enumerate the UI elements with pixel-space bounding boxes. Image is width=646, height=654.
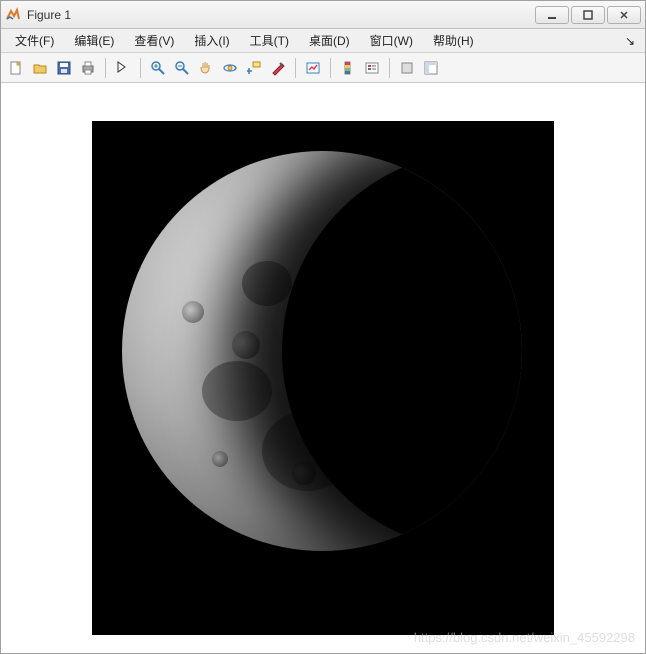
menu-edit[interactable]: 编辑(E) (64, 30, 124, 51)
zoom-in-button[interactable] (147, 57, 169, 79)
print-button[interactable] (77, 57, 99, 79)
axes-image (92, 121, 554, 635)
toolbar-separator (140, 58, 141, 78)
titlebar: Figure 1 (1, 1, 645, 29)
figure-window: Figure 1 文件(F) 编辑(E) 查看(V) 插入(I) 工具(T) 桌… (0, 0, 646, 654)
insert-colorbar-button[interactable] (337, 57, 359, 79)
toolbar-separator (295, 58, 296, 78)
window-controls (535, 6, 641, 24)
menu-view[interactable]: 查看(V) (124, 30, 184, 51)
pan-button[interactable] (195, 57, 217, 79)
close-button[interactable] (607, 6, 641, 24)
matlab-logo-icon (5, 7, 21, 23)
data-cursor-button[interactable] (243, 57, 265, 79)
rotate-3d-button[interactable] (219, 57, 241, 79)
insert-legend-button[interactable] (361, 57, 383, 79)
save-button[interactable] (53, 57, 75, 79)
new-figure-button[interactable] (5, 57, 27, 79)
menu-tools[interactable]: 工具(T) (240, 30, 299, 51)
toolbar-separator (105, 58, 106, 78)
brush-button[interactable] (267, 57, 289, 79)
menu-dropdown-arrow-icon[interactable]: ↘ (619, 34, 641, 48)
menu-file[interactable]: 文件(F) (5, 30, 64, 51)
toolbar (1, 53, 645, 83)
menu-insert[interactable]: 插入(I) (184, 30, 239, 51)
menu-window[interactable]: 窗口(W) (360, 30, 423, 51)
toolbar-separator (389, 58, 390, 78)
figure-content-area: https://blog.csdn.net/weixin_45592298 (1, 83, 645, 653)
show-plot-tools-button[interactable] (420, 57, 442, 79)
window-title: Figure 1 (27, 8, 535, 22)
menubar: 文件(F) 编辑(E) 查看(V) 插入(I) 工具(T) 桌面(D) 窗口(W… (1, 29, 645, 53)
toolbar-separator (330, 58, 331, 78)
maximize-button[interactable] (571, 6, 605, 24)
link-plot-button[interactable] (302, 57, 324, 79)
minimize-button[interactable] (535, 6, 569, 24)
open-button[interactable] (29, 57, 51, 79)
menu-desktop[interactable]: 桌面(D) (299, 30, 360, 51)
zoom-out-button[interactable] (171, 57, 193, 79)
menu-help[interactable]: 帮助(H) (423, 30, 484, 51)
watermark-text: https://blog.csdn.net/weixin_45592298 (414, 630, 635, 645)
moon-image (122, 151, 522, 551)
edit-plot-button[interactable] (112, 57, 134, 79)
hide-plot-tools-button[interactable] (396, 57, 418, 79)
